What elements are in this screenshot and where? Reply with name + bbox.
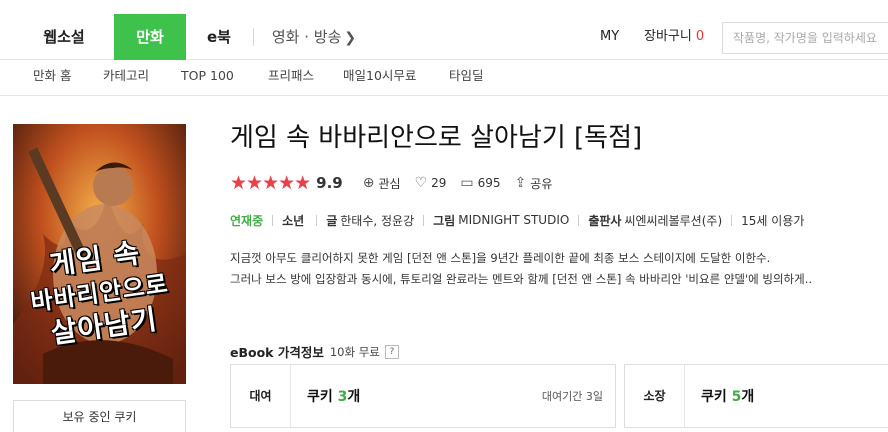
rent-period: 대여기간 3일: [541, 390, 603, 403]
info-divider: [731, 214, 733, 226]
ebook-price-label: eBook 가격정보: [230, 345, 324, 360]
share-label: 공유: [530, 176, 553, 191]
like-count: 29: [431, 176, 447, 190]
writer-label: 글: [326, 213, 338, 228]
search-box: [722, 22, 888, 54]
sub-navigation: 만화 홈 카테고리 TOP 100 프리패스 매일10시무료 타임딜: [0, 60, 888, 96]
info-divider: [578, 214, 580, 226]
rent-cookie-count: 3: [337, 389, 348, 405]
tab-movie-broadcast[interactable]: 영화 · 방송 ❯: [264, 14, 364, 60]
own-price-prefix: 쿠키: [701, 389, 732, 405]
own-price: 쿠키 5개: [701, 386, 754, 406]
my-link[interactable]: MY: [600, 14, 619, 60]
book-description: 지금껏 아무도 클리어하지 못한 게임 [던전 앤 스톤]을 9년간 플레이한 …: [230, 248, 880, 290]
artist-name[interactable]: MIDNIGHT STUDIO: [458, 213, 569, 227]
owned-cookie-box: 보유 중인 쿠키: [13, 400, 186, 432]
subnav-category[interactable]: 카테고리: [103, 60, 149, 92]
rating-stars-icon: ★★★★★: [230, 172, 311, 194]
tab-movie-label: 영화 · 방송: [271, 28, 342, 46]
rent-price-suffix: 개: [347, 389, 361, 405]
like-button[interactable]: ♡ 29: [415, 175, 447, 191]
rent-price: 쿠키 3개: [307, 386, 360, 406]
share-icon: ⇪: [514, 175, 527, 191]
cart-label: 장바구니: [644, 29, 692, 44]
comment-icon: ▭: [460, 175, 474, 191]
ebook-price-header: eBook 가격정보 10화 무료 ?: [230, 342, 399, 361]
tab-webnovel[interactable]: 웹소설: [26, 14, 102, 60]
info-divider: [316, 214, 318, 226]
own-price-card[interactable]: 소장 쿠키 5개: [624, 364, 888, 428]
subnav-timedeal[interactable]: 타임딜: [449, 60, 484, 92]
tab-ebook[interactable]: e북: [196, 14, 242, 60]
description-line: 그러나 보스 방에 입장함과 동시에, 튜토리얼 완료라는 멘트와 함께 [던전…: [230, 272, 813, 286]
artist-label: 그림: [433, 213, 456, 228]
help-icon[interactable]: ?: [384, 344, 399, 359]
plus-circle-icon: ⊕: [362, 175, 375, 191]
cart-link[interactable]: 장바구니 0: [644, 14, 704, 60]
heart-icon: ♡: [414, 175, 428, 191]
rating-score: 9.9: [316, 174, 343, 192]
top-navigation: 웹소설 만화 e북 영화 · 방송 ❯ MY 장바구니 0: [0, 0, 888, 60]
info-divider: [272, 214, 274, 226]
own-label: 소장: [625, 365, 685, 427]
own-cookie-count: 5: [731, 389, 742, 405]
page-title: 게임 속 바바리안으로 살아남기 [독점]: [230, 123, 643, 153]
rating-actions-row: ★★★★★ 9.9 ⊕ 관심 ♡ 29 ▭ 695 ⇪ 공유: [230, 172, 566, 194]
book-info-row: 연재중 소년 글 한태수, 정윤강 그림 MIDNIGHT STUDIO 출판사 씨엔…: [230, 210, 804, 230]
subnav-top100[interactable]: TOP 100: [181, 60, 234, 92]
subnav-freepass[interactable]: 프리패스: [268, 60, 314, 92]
rent-label: 대여: [231, 365, 291, 427]
book-cover-image[interactable]: 게임 속 바바리안으로 살아남기: [13, 124, 186, 384]
own-price-suffix: 개: [741, 389, 755, 405]
description-line: 지금껏 아무도 클리어하지 못한 게임 [던전 앤 스톤]을 9년간 플레이한 …: [230, 251, 771, 265]
rent-price-prefix: 쿠키: [307, 389, 338, 405]
writer-name[interactable]: 한태수, 정윤강: [340, 212, 414, 229]
comment-count: 695: [477, 176, 501, 190]
share-button[interactable]: ⇪ 공유: [515, 175, 553, 192]
publisher-label: 출판사: [588, 213, 622, 228]
nav-divider: [253, 28, 254, 46]
category-label[interactable]: 소년: [282, 212, 304, 229]
search-input[interactable]: [723, 23, 888, 53]
interest-label: 관심: [378, 176, 401, 191]
subnav-manhwa-home[interactable]: 만화 홈: [33, 60, 71, 92]
subnav-daily-free[interactable]: 매일10시무료: [343, 60, 416, 92]
serial-status: 연재중: [230, 213, 264, 228]
free-episodes-info: 10화 무료: [329, 344, 380, 359]
publisher-name[interactable]: 씨엔씨레볼루션(주): [624, 212, 722, 229]
rent-price-card[interactable]: 대여 쿠키 3개 대여기간 3일: [230, 364, 616, 428]
chevron-right-icon: ❯: [344, 30, 357, 46]
tab-manhwa[interactable]: 만화: [114, 14, 186, 60]
comment-button[interactable]: ▭ 695: [460, 175, 500, 191]
info-divider: [423, 214, 425, 226]
interest-button[interactable]: ⊕ 관심: [363, 175, 401, 192]
age-rating: 15세 이용가: [741, 213, 805, 228]
cart-count: 0: [695, 29, 705, 44]
